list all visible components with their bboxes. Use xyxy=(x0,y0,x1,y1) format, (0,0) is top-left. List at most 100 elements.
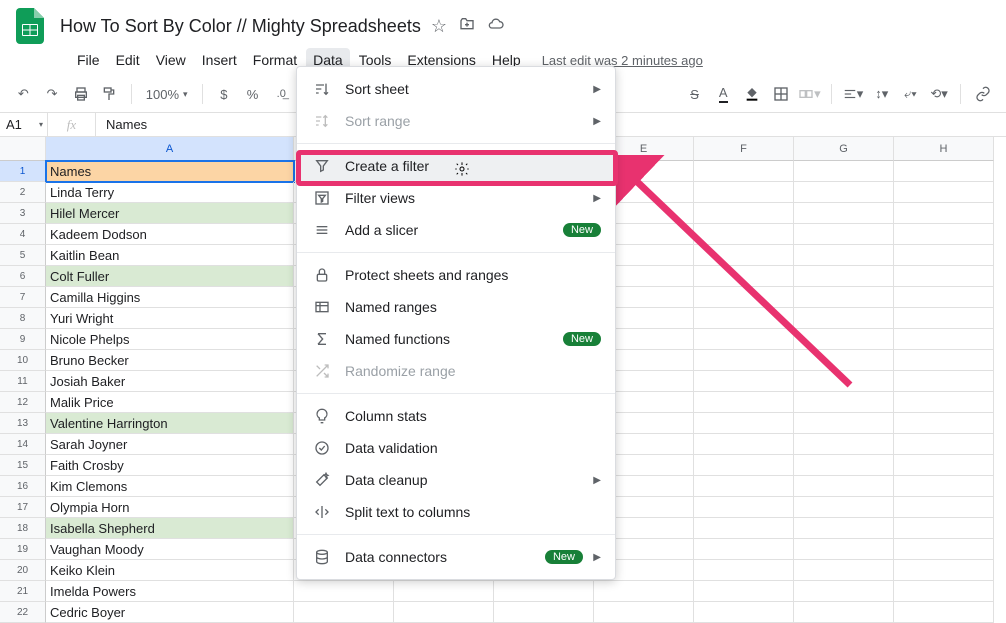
cell[interactable] xyxy=(894,581,994,602)
cell[interactable] xyxy=(894,392,994,413)
menu-item-split-text-to-columns[interactable]: Split text to columns xyxy=(297,496,615,528)
cell[interactable] xyxy=(894,329,994,350)
cell[interactable] xyxy=(894,539,994,560)
menu-item-data-validation[interactable]: Data validation xyxy=(297,432,615,464)
cell[interactable] xyxy=(694,476,794,497)
cell[interactable] xyxy=(894,182,994,203)
cell[interactable] xyxy=(694,518,794,539)
cell[interactable] xyxy=(694,434,794,455)
menu-insert[interactable]: Insert xyxy=(195,48,244,72)
row-header[interactable]: 8 xyxy=(0,308,46,329)
cell[interactable]: Kaitlin Bean xyxy=(46,245,294,266)
row-header[interactable]: 1 xyxy=(0,161,46,182)
row-header[interactable]: 7 xyxy=(0,287,46,308)
cell[interactable]: Names xyxy=(46,161,294,182)
cell[interactable] xyxy=(894,455,994,476)
undo-button[interactable]: ↶ xyxy=(12,82,35,106)
menu-view[interactable]: View xyxy=(149,48,193,72)
menu-item-add-a-slicer[interactable]: Add a slicerNew xyxy=(297,214,615,246)
borders-button[interactable] xyxy=(769,82,792,106)
sheets-logo[interactable] xyxy=(12,8,48,44)
menu-item-sort-sheet[interactable]: Sort sheet▶ xyxy=(297,73,615,105)
row-header[interactable]: 14 xyxy=(0,434,46,455)
text-color-button[interactable]: A xyxy=(712,82,735,106)
cell[interactable]: Vaughan Moody xyxy=(46,539,294,560)
zoom-select[interactable]: 100% ▾ xyxy=(142,87,192,102)
cell[interactable]: Colt Fuller xyxy=(46,266,294,287)
cell[interactable] xyxy=(694,413,794,434)
cell[interactable] xyxy=(894,518,994,539)
decrease-decimal-button[interactable]: .0̲ xyxy=(270,82,293,106)
menu-item-column-stats[interactable]: Column stats xyxy=(297,400,615,432)
percent-button[interactable]: % xyxy=(241,82,264,106)
redo-button[interactable]: ↷ xyxy=(41,82,64,106)
cell[interactable] xyxy=(894,434,994,455)
cell[interactable]: Josiah Baker xyxy=(46,371,294,392)
strikethrough-button[interactable]: S xyxy=(683,82,706,106)
row-header[interactable]: 18 xyxy=(0,518,46,539)
wrap-button[interactable]: ⤶▾ xyxy=(899,82,922,106)
name-box[interactable]: A1 xyxy=(0,113,48,136)
cell[interactable] xyxy=(894,371,994,392)
select-all-corner[interactable] xyxy=(0,137,46,161)
menu-item-named-functions[interactable]: Named functionsNew xyxy=(297,323,615,355)
row-header[interactable]: 11 xyxy=(0,371,46,392)
row-header[interactable]: 10 xyxy=(0,350,46,371)
row-header[interactable]: 12 xyxy=(0,392,46,413)
cell[interactable] xyxy=(694,581,794,602)
cloud-icon[interactable] xyxy=(487,16,505,37)
cell[interactable] xyxy=(694,497,794,518)
cell[interactable] xyxy=(794,518,894,539)
link-button[interactable] xyxy=(971,82,994,106)
fill-color-button[interactable] xyxy=(741,82,764,106)
cell[interactable]: Yuri Wright xyxy=(46,308,294,329)
cell[interactable]: Olympia Horn xyxy=(46,497,294,518)
cell[interactable]: Kadeem Dodson xyxy=(46,224,294,245)
row-header[interactable]: 5 xyxy=(0,245,46,266)
cell[interactable] xyxy=(294,581,394,602)
print-button[interactable] xyxy=(69,82,92,106)
row-header[interactable]: 4 xyxy=(0,224,46,245)
cell[interactable] xyxy=(794,581,894,602)
menu-edit[interactable]: Edit xyxy=(109,48,147,72)
cell[interactable]: Isabella Shepherd xyxy=(46,518,294,539)
cell[interactable]: Hilel Mercer xyxy=(46,203,294,224)
cell[interactable] xyxy=(694,560,794,581)
cell[interactable]: Valentine Harrington xyxy=(46,413,294,434)
cell[interactable] xyxy=(894,224,994,245)
currency-button[interactable]: $ xyxy=(213,82,236,106)
row-header[interactable]: 16 xyxy=(0,476,46,497)
cell[interactable] xyxy=(794,455,894,476)
row-header[interactable]: 6 xyxy=(0,266,46,287)
row-header[interactable]: 2 xyxy=(0,182,46,203)
cell[interactable] xyxy=(894,203,994,224)
cell[interactable]: Bruno Becker xyxy=(46,350,294,371)
doc-title[interactable]: How To Sort By Color // Mighty Spreadshe… xyxy=(60,16,421,37)
cell[interactable]: Malik Price xyxy=(46,392,294,413)
cell[interactable] xyxy=(894,413,994,434)
paint-format-button[interactable] xyxy=(98,82,121,106)
cell[interactable]: Camilla Higgins xyxy=(46,287,294,308)
cell[interactable] xyxy=(794,434,894,455)
cell[interactable]: Keiko Klein xyxy=(46,560,294,581)
halign-button[interactable]: ▾ xyxy=(842,82,865,106)
cell[interactable] xyxy=(794,560,894,581)
row-header[interactable]: 9 xyxy=(0,329,46,350)
cell[interactable] xyxy=(494,581,594,602)
cell[interactable]: Sarah Joyner xyxy=(46,434,294,455)
cell[interactable]: Imelda Powers xyxy=(46,581,294,602)
row-header[interactable]: 21 xyxy=(0,581,46,602)
cell[interactable] xyxy=(894,245,994,266)
row-header[interactable]: 13 xyxy=(0,413,46,434)
menu-item-named-ranges[interactable]: Named ranges xyxy=(297,291,615,323)
rotate-button[interactable]: ⟲▾ xyxy=(928,82,951,106)
move-icon[interactable] xyxy=(459,16,475,37)
cell[interactable] xyxy=(594,581,694,602)
cell[interactable]: Nicole Phelps xyxy=(46,329,294,350)
cell[interactable] xyxy=(794,539,894,560)
row-header[interactable]: 19 xyxy=(0,539,46,560)
cell[interactable] xyxy=(894,161,994,182)
menu-item-data-cleanup[interactable]: Data cleanup▶ xyxy=(297,464,615,496)
cell[interactable] xyxy=(894,266,994,287)
row-header[interactable]: 17 xyxy=(0,497,46,518)
